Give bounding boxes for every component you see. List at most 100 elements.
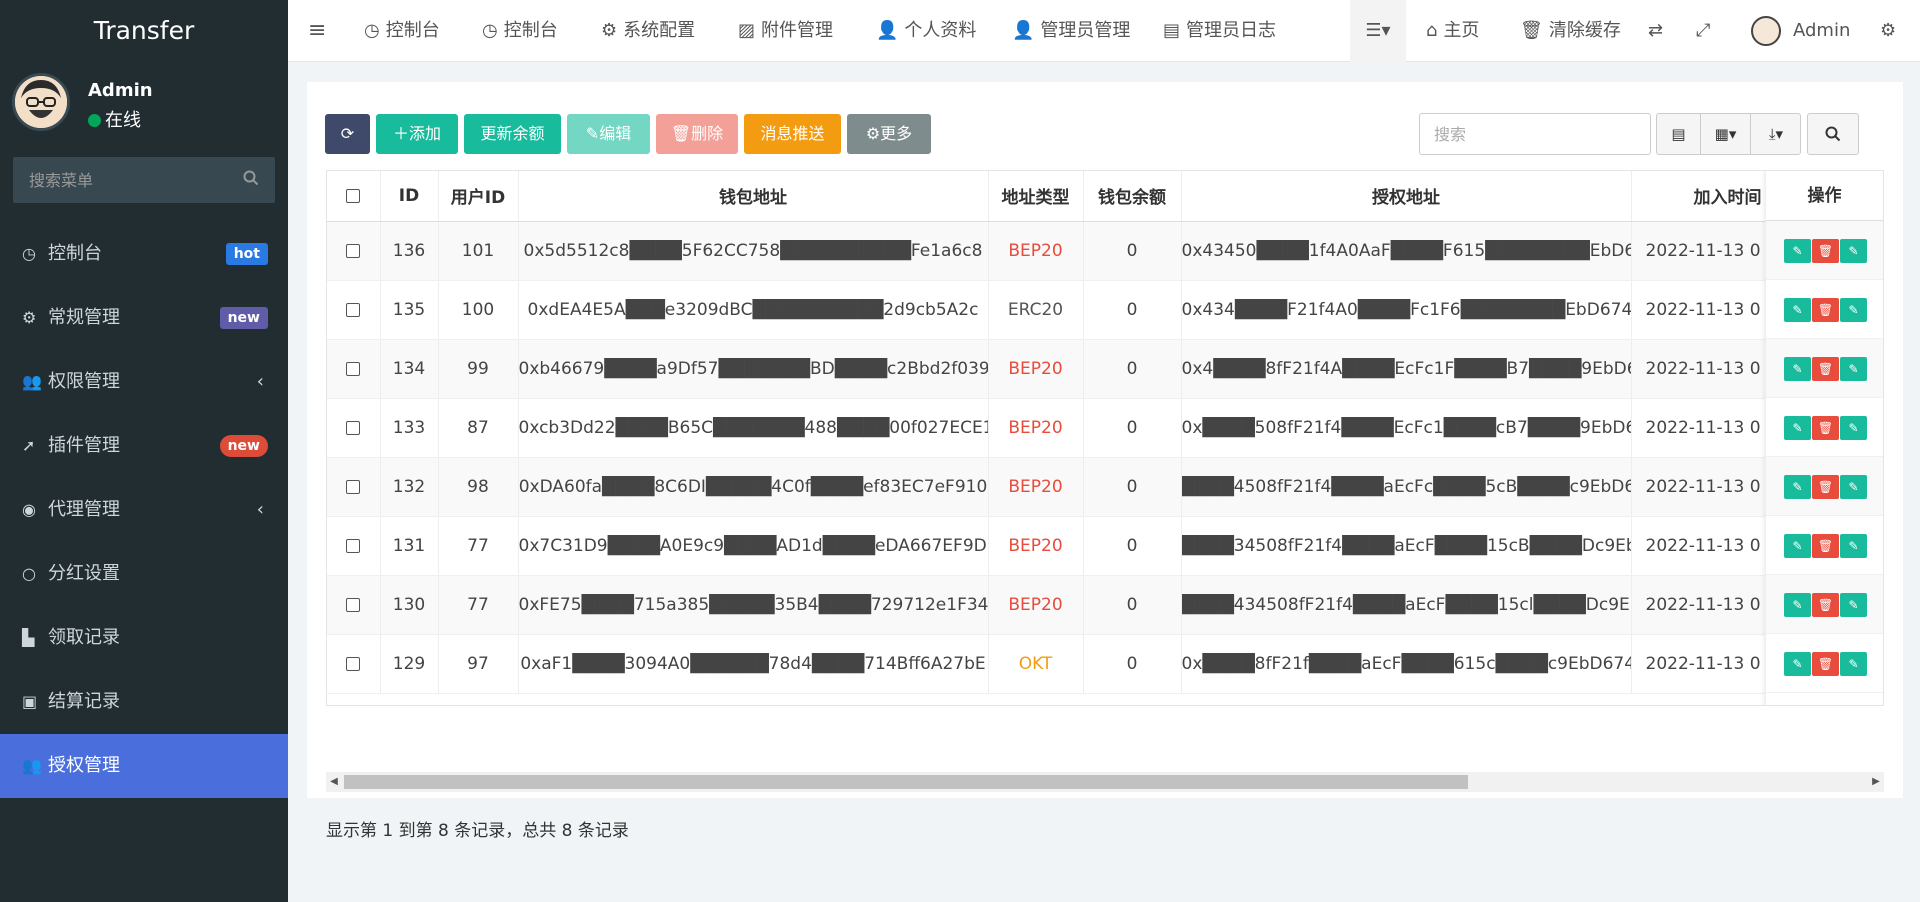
row-edit-alt-button[interactable]: ✎	[1840, 357, 1867, 381]
table-row[interactable]: 134 99 0xb46679████a9Df57███████BD████c2Bb…	[327, 339, 1883, 399]
add-button[interactable]: ＋添加	[376, 114, 458, 154]
refresh-button[interactable]: ⟳	[325, 114, 370, 154]
admin-menu[interactable]: Admin	[1751, 0, 1850, 62]
row-edit-button[interactable]: ✎	[1784, 652, 1811, 676]
row-edit-alt-button[interactable]: ✎	[1840, 298, 1867, 322]
list-alt-icon: ▤	[1163, 20, 1181, 41]
tab-system-config[interactable]: ⚙ 系统配置	[601, 0, 695, 62]
user-avatar[interactable]	[12, 73, 70, 131]
row-edit-button[interactable]: ✎	[1784, 239, 1811, 263]
horizontal-scrollbar[interactable]: ◀ ▶	[326, 772, 1884, 792]
row-edit-button[interactable]: ✎	[1784, 534, 1811, 558]
row-delete-button[interactable]: 🗑	[1812, 298, 1839, 322]
row-checkbox[interactable]	[346, 479, 361, 494]
row-delete-button[interactable]: 🗑	[1812, 652, 1839, 676]
scroll-right-icon[interactable]: ▶	[1868, 772, 1884, 792]
row-checkbox[interactable]	[346, 597, 361, 612]
row-edit-button[interactable]: ✎	[1784, 298, 1811, 322]
table-row[interactable]: 130 77 0xFE75████715a385█████35B4████72971…	[327, 575, 1883, 635]
settings-gear-icon[interactable]: ⚙	[1880, 0, 1896, 62]
delete-button[interactable]: 🗑删除	[656, 114, 738, 154]
sidebar-item-dividend[interactable]: ○ 分红设置	[0, 542, 288, 606]
sidebar-item-agents[interactable]: ◉ 代理管理 ‹	[0, 478, 288, 542]
row-edit-alt-button[interactable]: ✎	[1840, 534, 1867, 558]
row-edit-button[interactable]: ✎	[1784, 593, 1811, 617]
home-link[interactable]: ⌂ 主页	[1426, 0, 1479, 62]
row-checkbox[interactable]	[346, 420, 361, 435]
sidebar-item-settlements[interactable]: ▣ 结算记录	[0, 670, 288, 734]
search-icon[interactable]	[243, 170, 259, 191]
col-type[interactable]: 地址类型	[988, 171, 1084, 222]
row-edit-button[interactable]: ✎	[1784, 475, 1811, 499]
table-row[interactable]: 136 101 0x5d5512c8████5F62CC758██████████F…	[327, 221, 1883, 281]
columns-icon[interactable]: ▦▾	[1701, 114, 1751, 154]
fullscreen-icon[interactable]: ⤢	[1696, 0, 1710, 62]
tabs-dropdown-icon[interactable]: ☰▾	[1350, 0, 1406, 62]
advanced-search-icon[interactable]	[1807, 113, 1859, 155]
sidebar-search-input[interactable]	[13, 157, 275, 203]
cell-wallet: 0xFE75████715a385█████35B4████729712e1F3…	[518, 575, 989, 635]
cell-id: 133	[380, 398, 439, 458]
sidebar-item-dashboard[interactable]: ◷ 控制台 hot	[0, 222, 288, 286]
col-wallet[interactable]: 钱包地址	[518, 171, 989, 222]
row-edit-button[interactable]: ✎	[1784, 357, 1811, 381]
table-row[interactable]: 129 97 0xaF1████3094A0██████78d4████714Bff…	[327, 634, 1883, 694]
tab-admin-log[interactable]: ▤ 管理员日志	[1163, 0, 1276, 62]
row-delete-button[interactable]: 🗑	[1812, 357, 1839, 381]
row-edit-button[interactable]: ✎	[1784, 416, 1811, 440]
sidebar-item-plugins[interactable]: ➚ 插件管理 new	[0, 414, 288, 478]
row-edit-alt-button[interactable]: ✎	[1840, 593, 1867, 617]
app-logo[interactable]: Transfer	[0, 0, 288, 62]
home-icon: ⌂	[1426, 20, 1438, 41]
tab-profile[interactable]: 👤 个人资料	[876, 0, 976, 62]
col-user-id[interactable]: 用户ID	[438, 171, 519, 222]
row-checkbox[interactable]	[346, 538, 361, 553]
tab-attachments[interactable]: ▨ 附件管理	[738, 0, 833, 62]
tab-dashboard-2[interactable]: ◷ 控制台	[482, 0, 558, 62]
row-delete-button[interactable]: 🗑	[1812, 416, 1839, 440]
col-id[interactable]: ID	[380, 171, 439, 222]
col-balance[interactable]: 钱包余额	[1083, 171, 1182, 222]
sidebar-item-claims[interactable]: ▙ 领取记录	[0, 606, 288, 670]
scroll-left-icon[interactable]: ◀	[326, 772, 342, 792]
export-icon[interactable]: ⤓▾	[1751, 114, 1801, 154]
row-checkbox[interactable]	[346, 302, 361, 317]
cell-auth: 0x████508fF21f4████EcFc1████cB7████9EbD6…	[1181, 398, 1632, 458]
sidebar-item-permissions[interactable]: 👥 权限管理 ‹	[0, 350, 288, 414]
row-edit-alt-button[interactable]: ✎	[1840, 416, 1867, 440]
edit-button[interactable]: ✎编辑	[567, 114, 650, 154]
more-button[interactable]: ⚙更多	[847, 114, 931, 154]
sidebar-item-label: 控制台	[48, 243, 102, 264]
table-row[interactable]: 135 100 0xdEA4E5A███e3209dBC██████████2d9c…	[327, 280, 1883, 340]
tab-admin-manage[interactable]: 👤 管理员管理	[1012, 0, 1130, 62]
table-search-input[interactable]	[1420, 114, 1650, 154]
clear-cache-button[interactable]: 🗑 清除缓存	[1520, 0, 1621, 62]
sidebar-item-general[interactable]: ⚙ 常规管理 new	[0, 286, 288, 350]
tab-label: 个人资料	[904, 20, 977, 41]
select-all-checkbox[interactable]	[346, 188, 361, 203]
row-delete-button[interactable]: 🗑	[1812, 593, 1839, 617]
table-row[interactable]: 132 98 0xDA60fa████8C6DI█████4C0f████ef83E…	[327, 457, 1883, 517]
row-checkbox[interactable]	[346, 656, 361, 671]
row-edit-alt-button[interactable]: ✎	[1840, 239, 1867, 263]
row-delete-button[interactable]: 🗑	[1812, 239, 1839, 263]
scroll-thumb[interactable]	[344, 775, 1468, 789]
table-row[interactable]: 133 87 0xcb3Dd22████B65C███████488████00f0…	[327, 398, 1883, 458]
row-checkbox[interactable]	[346, 243, 361, 258]
table-row[interactable]: 131 77 0x7C31D9████A0E9c9████AD1d████eDA66…	[327, 516, 1883, 576]
language-icon[interactable]: ⇄	[1648, 0, 1663, 62]
row-delete-button[interactable]: 🗑	[1812, 475, 1839, 499]
update-balance-button[interactable]: 更新余额	[464, 114, 561, 154]
cell-user-id: 77	[438, 575, 519, 635]
menu-toggle-icon[interactable]: ≡	[308, 0, 326, 62]
row-edit-alt-button[interactable]: ✎	[1840, 652, 1867, 676]
sidebar-item-authorization[interactable]: 👥 授权管理	[0, 734, 288, 798]
row-checkbox[interactable]	[346, 361, 361, 376]
col-auth[interactable]: 授权地址	[1181, 171, 1632, 222]
cogs-icon: ⚙	[22, 308, 37, 327]
push-message-button[interactable]: 消息推送	[744, 114, 841, 154]
tab-dashboard-1[interactable]: ◷ 控制台	[364, 0, 440, 62]
toggle-view-icon[interactable]: ▤	[1657, 114, 1701, 154]
row-delete-button[interactable]: 🗑	[1812, 534, 1839, 558]
row-edit-alt-button[interactable]: ✎	[1840, 475, 1867, 499]
